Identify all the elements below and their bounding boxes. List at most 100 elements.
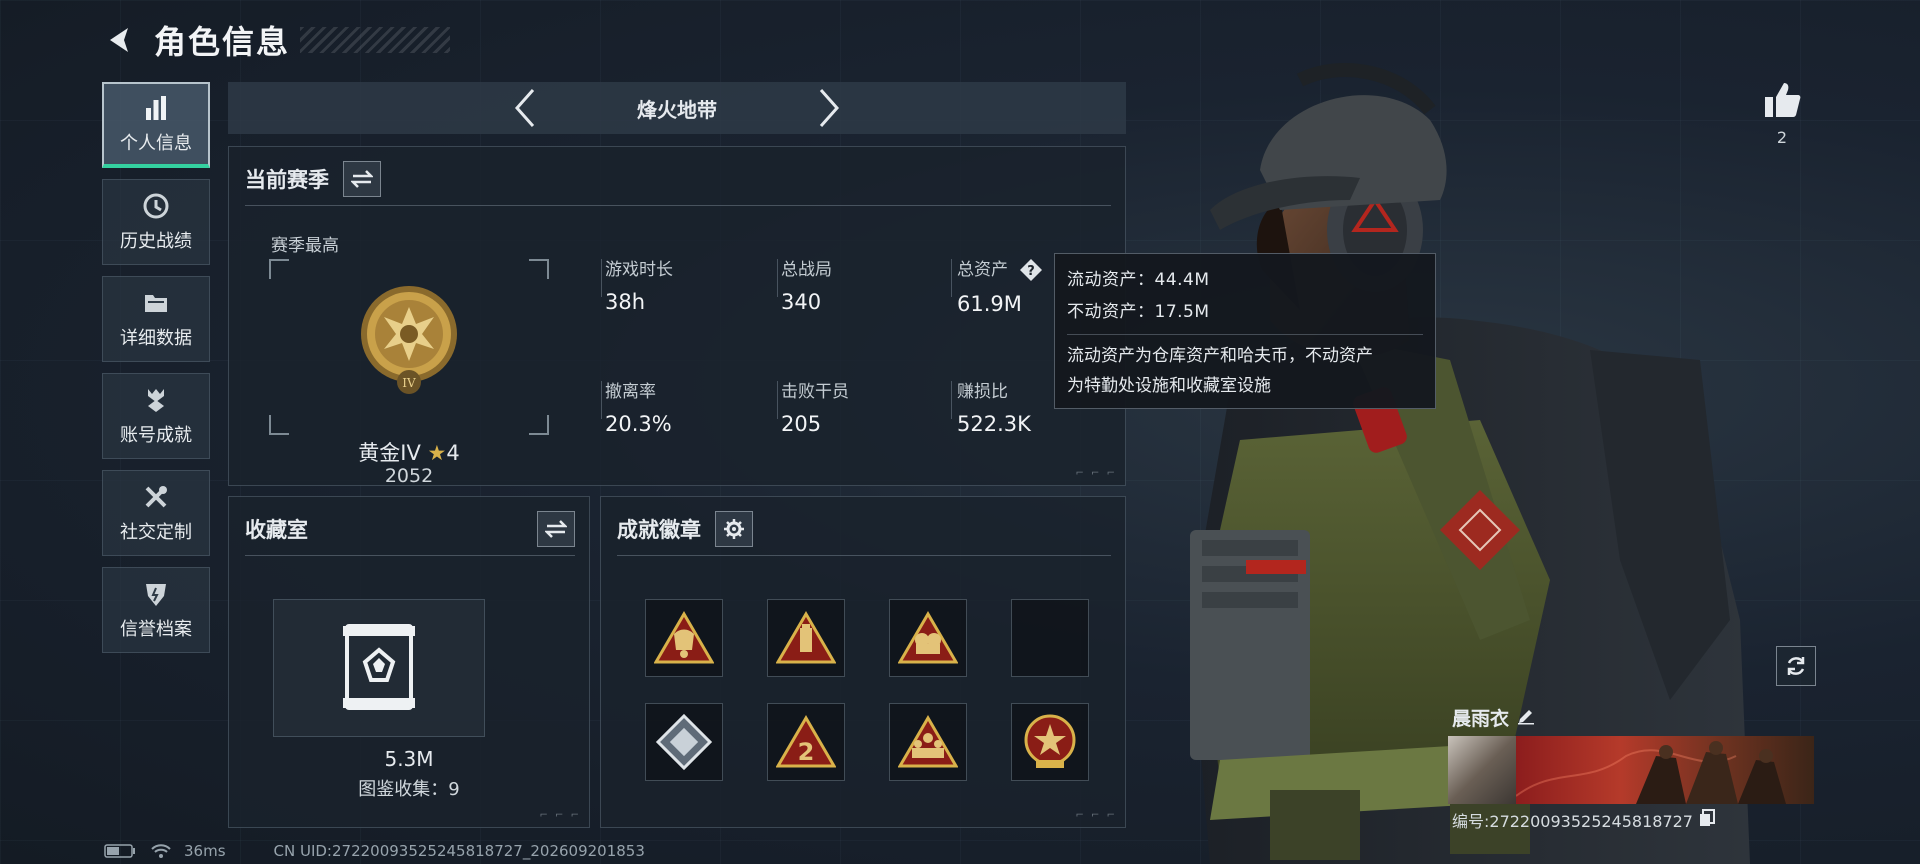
svg-text:2: 2 xyxy=(798,738,815,766)
edit-name-button[interactable] xyxy=(1517,707,1535,729)
collection-card[interactable] xyxy=(273,599,485,737)
folder-icon xyxy=(141,288,171,318)
stat-value: 20.3% xyxy=(605,412,672,436)
divider xyxy=(245,205,1111,206)
tooltip-note-line-2: 为特勤处设施和收藏室设施 xyxy=(1067,376,1271,396)
tools-icon xyxy=(141,482,171,512)
stat-profit-loss-ratio: 赚损比 522.3K xyxy=(957,377,1031,436)
sidebar-item-achievements[interactable]: 账号成就 xyxy=(102,373,210,459)
rank-badge-numeral: IV xyxy=(402,376,416,390)
sidebar-item-label: 账号成就 xyxy=(120,425,192,446)
stat-label-text: 总资产 xyxy=(957,260,1008,280)
mode-prev-button[interactable] xyxy=(503,86,547,130)
wifi-icon xyxy=(151,844,171,858)
status-bar: 36ms CN UID:27220093525245818727_2026092… xyxy=(104,842,645,860)
sidebar-item-personal-info[interactable]: 个人信息 xyxy=(102,82,210,168)
badge-slot-1[interactable] xyxy=(645,599,723,677)
tooltip-fixed-assets: 不动资产：17.5M xyxy=(1067,302,1210,322)
collection-panel: 收藏室 5.3M 图鉴收集：9 ⌐ ⌐ ⌐ xyxy=(228,496,590,828)
rank-name-row: 黄金IV ★4 xyxy=(269,437,549,467)
sidebar-item-label: 详细数据 xyxy=(120,328,192,349)
sidebar-item-history[interactable]: 历史战绩 xyxy=(102,179,210,265)
stat-label: 击败干员 xyxy=(781,382,849,402)
badge-slot-5[interactable] xyxy=(645,703,723,781)
panel-corner-decoration: ⌐ ⌐ ⌐ xyxy=(1075,810,1117,821)
badge-slot-2[interactable] xyxy=(767,599,845,677)
badge-box-icon xyxy=(655,713,713,771)
badge-slot-empty[interactable] xyxy=(1011,599,1089,677)
panel-corner-decoration: ⌐ ⌐ ⌐ xyxy=(539,810,581,821)
swap-icon xyxy=(351,170,373,188)
back-arrow-icon xyxy=(110,28,128,52)
character-uid-row: 编号:27220093525245818727 xyxy=(1452,808,1715,832)
season-title: 当前赛季 xyxy=(245,168,329,192)
season-panel: 当前赛季 赛季最高 IV 黄金IV ★4 2052 游戏时长 38h 总战局 3… xyxy=(228,146,1126,487)
ping: 36ms xyxy=(184,842,226,860)
season-switch-button[interactable] xyxy=(343,161,381,197)
copy-uid-button[interactable] xyxy=(1699,809,1715,831)
rank-score: 2052 xyxy=(384,465,434,487)
stat-value: 205 xyxy=(781,412,822,436)
badges-title: 成就徽章 xyxy=(617,518,701,542)
badge-slot-3[interactable] xyxy=(889,599,967,677)
title-decoration xyxy=(300,27,451,53)
collection-value: 5.3M xyxy=(384,747,434,771)
sidebar-item-detailed-data[interactable]: 详细数据 xyxy=(102,276,210,362)
tooltip-note-line-1: 流动资产为仓库资产和哈夫币，不动资产 xyxy=(1067,346,1373,366)
mode-selector: 烽火地带 xyxy=(228,82,1126,134)
gold-rank-badge-icon: IV xyxy=(361,286,457,394)
character-name: 晨雨衣 xyxy=(1452,708,1510,730)
stat-total-matches: 总战局 340 xyxy=(781,255,832,314)
mode-next-button[interactable] xyxy=(807,86,851,130)
sidebar-nav: 个人信息 历史战绩 详细数据 账号成就 社交定制 信誉档案 xyxy=(102,82,212,664)
badge-slot-7[interactable] xyxy=(889,703,967,781)
stat-value: 38h xyxy=(605,290,646,314)
character-name-row: 晨雨衣 xyxy=(1452,704,1535,731)
badge-slot-8[interactable] xyxy=(1011,703,1089,781)
chevron-left-icon xyxy=(514,89,535,127)
rotate-model-button[interactable] xyxy=(1776,646,1816,686)
like-button[interactable]: 2 xyxy=(1760,80,1804,147)
collection-title: 收藏室 xyxy=(245,518,308,542)
assets-help-button[interactable]: ? xyxy=(1019,258,1043,282)
sidebar-item-label: 历史战绩 xyxy=(120,231,192,252)
tooltip-liquid-assets: 流动资产：44.4M xyxy=(1067,270,1210,290)
badge-flag-icon xyxy=(654,611,714,664)
sidebar-item-label: 社交定制 xyxy=(120,522,192,543)
stat-total-assets: 总资产 ? 61.9M xyxy=(957,255,1043,316)
collection-switch-button[interactable] xyxy=(537,511,575,547)
season-panel-header: 当前赛季 xyxy=(245,161,381,197)
rank-name: 黄金IV xyxy=(358,441,421,465)
stat-value: 61.9M xyxy=(957,292,1022,316)
star-icon: ★ xyxy=(427,441,447,465)
badges-settings-button[interactable] xyxy=(715,511,753,547)
pencil-icon xyxy=(1518,709,1535,724)
achievement-icon xyxy=(141,385,171,415)
stat-label: 赚损比 xyxy=(957,382,1008,402)
panel-corner-decoration: ⌐ ⌐ ⌐ xyxy=(1075,468,1117,479)
gear-icon xyxy=(724,519,744,539)
badges-panel-header: 成就徽章 xyxy=(617,511,753,547)
player-card[interactable] xyxy=(1448,736,1814,804)
stat-extract-rate: 撤离率 20.3% xyxy=(605,377,672,436)
sidebar-item-social[interactable]: 社交定制 xyxy=(102,470,210,556)
stat-operators-defeated: 击败干员 205 xyxy=(781,377,849,436)
sidebar-item-label: 个人信息 xyxy=(120,133,192,154)
refresh-icon xyxy=(1787,657,1805,675)
swap-icon xyxy=(545,520,567,538)
header: 角色信息 xyxy=(100,16,451,64)
shield-icon xyxy=(141,579,171,609)
history-clock-icon xyxy=(141,191,171,221)
rank-frame: IV xyxy=(269,259,549,435)
back-button[interactable] xyxy=(100,20,140,60)
sidebar-item-reputation[interactable]: 信誉档案 xyxy=(102,567,210,653)
mode-name: 烽火地带 xyxy=(637,97,717,122)
question-diamond-icon: ? xyxy=(1020,259,1043,281)
badge-squad-icon xyxy=(898,715,958,768)
badge-slot-6[interactable]: 2 xyxy=(767,703,845,781)
stat-label: 总资产 ? xyxy=(957,255,1043,282)
copy-icon xyxy=(1700,809,1715,826)
bar-chart-icon xyxy=(141,93,171,123)
character-uid: 编号:27220093525245818727 xyxy=(1452,812,1693,831)
badge-number-icon: 2 xyxy=(776,715,836,768)
